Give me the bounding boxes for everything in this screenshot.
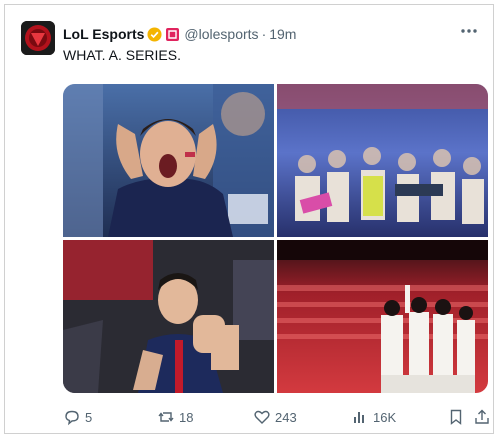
action-bar: 5 18 243 16K	[63, 406, 493, 428]
reply-button[interactable]: 5	[63, 406, 92, 428]
author-name[interactable]: LoL Esports	[63, 26, 144, 42]
photo-player-fist[interactable]	[63, 240, 274, 393]
bookmark-icon	[450, 409, 462, 425]
share-button[interactable]	[473, 406, 491, 428]
like-button[interactable]: 243	[253, 406, 297, 428]
verified-icon	[147, 26, 162, 42]
photo-fan-cheering[interactable]	[63, 84, 274, 237]
author-handle[interactable]: @lolesports	[184, 26, 258, 42]
avatar[interactable]	[21, 21, 55, 55]
photo-arena-crowd[interactable]	[277, 84, 488, 237]
share-icon	[475, 409, 489, 424]
repost-button[interactable]: 18	[157, 406, 193, 428]
views-count: 16K	[373, 409, 397, 425]
views-button[interactable]: 16K	[351, 406, 396, 428]
photo-team-stage[interactable]	[277, 240, 488, 393]
separator: ·	[261, 26, 267, 42]
timestamp[interactable]: 19m	[269, 26, 296, 42]
post-text: WHAT. A. SERIES.	[63, 47, 181, 63]
more-icon[interactable]	[459, 23, 479, 39]
repost-count: 18	[179, 409, 194, 425]
affiliate-icon	[166, 27, 180, 41]
media-grid	[63, 84, 488, 393]
like-icon	[254, 410, 270, 424]
bookmark-button[interactable]	[447, 406, 465, 428]
reply-count: 5	[85, 409, 93, 425]
post-header: LoL Esports @lolesports · 19m	[63, 24, 453, 44]
views-icon	[354, 412, 364, 423]
like-count: 243	[275, 409, 297, 425]
reply-icon	[65, 410, 79, 426]
repost-icon	[158, 412, 174, 422]
post-card: LoL Esports @lolesports · 19m WHAT. A. S…	[4, 4, 494, 434]
